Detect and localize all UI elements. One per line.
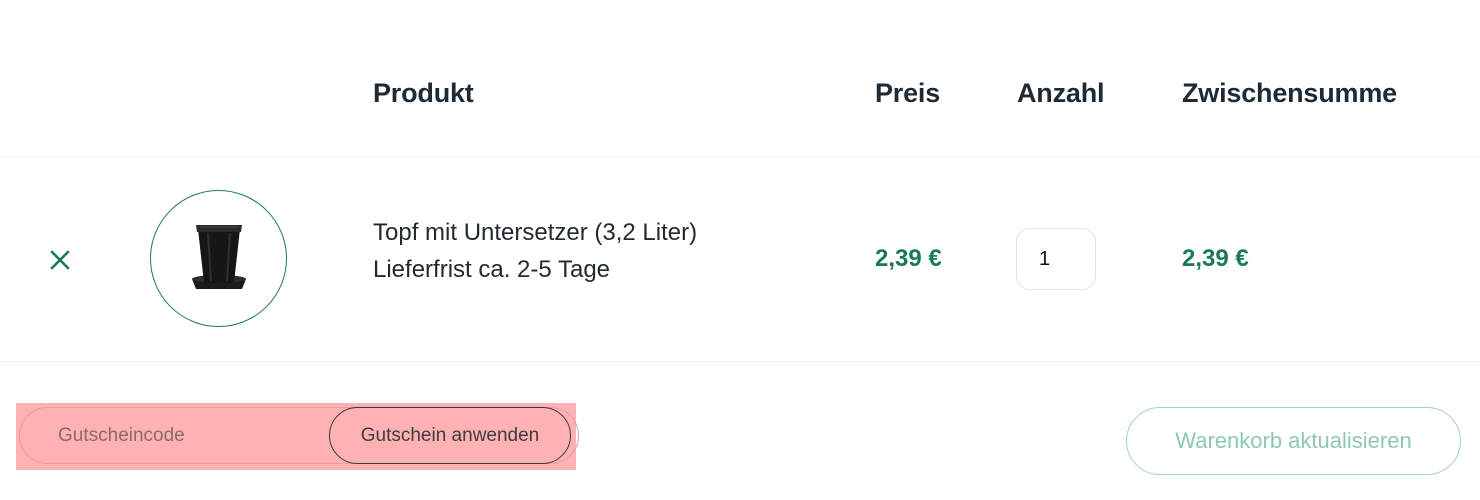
header-price: Preis <box>875 78 941 108</box>
plant-pot-icon <box>191 224 246 289</box>
header-subtotal: Zwischensumme <box>1182 78 1397 108</box>
row-divider <box>0 361 1480 362</box>
product-thumbnail[interactable] <box>150 190 287 327</box>
remove-item-button[interactable] <box>45 245 75 275</box>
item-price: 2,39 € <box>875 245 942 272</box>
coupon-form: Gutschein anwenden <box>16 403 579 470</box>
apply-coupon-button[interactable]: Gutschein anwenden <box>329 407 571 464</box>
product-name-link[interactable]: Topf mit Untersetzer (3,2 Liter) Lieferf… <box>373 214 697 288</box>
update-cart-button[interactable]: Warenkorb aktualisieren <box>1126 407 1461 475</box>
item-subtotal: 2,39 € <box>1182 245 1249 272</box>
header-quantity: Anzahl <box>1017 78 1105 108</box>
quantity-input[interactable] <box>1016 228 1096 290</box>
header-divider <box>0 156 1480 157</box>
close-icon <box>50 250 70 270</box>
product-title: Topf mit Untersetzer (3,2 Liter) <box>373 219 698 246</box>
product-delivery-time: Lieferfrist ca. 2-5 Tage <box>373 256 611 283</box>
header-product: Produkt <box>373 78 474 108</box>
